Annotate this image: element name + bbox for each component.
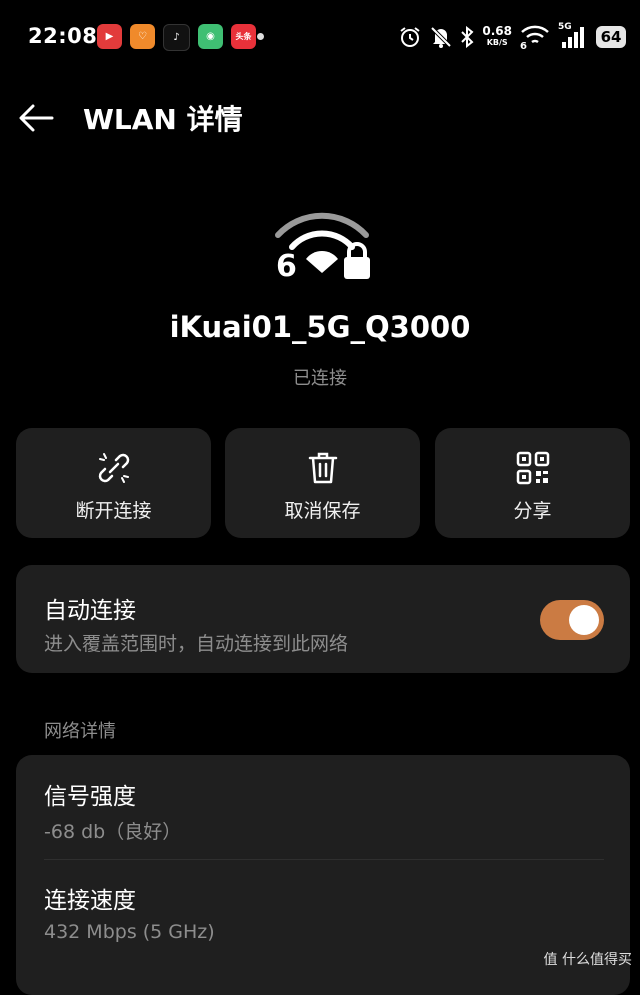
network-ssid: iKuai01_5G_Q3000: [169, 310, 471, 344]
cell-badge: 5G: [558, 22, 572, 32]
wifi-badge: 6: [520, 41, 527, 52]
tiktok-app-icon: ♪: [163, 24, 190, 51]
network-details-card: 信号强度 -68 db（良好） 连接速度 432 Mbps (5 GHz): [16, 755, 630, 995]
green-app-icon: ◉: [198, 24, 223, 49]
divider: [44, 859, 604, 860]
unlink-icon: [98, 453, 129, 483]
auto-connect-description: 进入覆盖范围时，自动连接到此网络: [44, 633, 349, 655]
wifi-hero-icon: 6: [270, 205, 374, 285]
forget-network-button[interactable]: 取消保存: [225, 428, 420, 538]
link-speed-title: 连接速度: [44, 888, 136, 914]
app-header: WLAN 详情: [0, 96, 640, 140]
status-bar: 22:08 ▶ ♡ ♪ ◉ 头条 0.68 KB/S 6 5G 64: [0, 0, 640, 72]
battery-indicator: 64: [596, 26, 626, 48]
disconnect-label: 断开连接: [75, 500, 152, 522]
bell-muted-icon: [430, 26, 452, 48]
status-icons: 0.68 KB/S 6 5G 64: [398, 22, 626, 52]
qr-code-icon: [516, 451, 549, 485]
page-title: WLAN 详情: [83, 103, 243, 136]
arrow-left-icon: [19, 104, 54, 132]
wifi-status-icon: 6: [520, 24, 550, 52]
bluetooth-icon: [461, 26, 474, 48]
watermark: 值 什么值得买: [543, 952, 632, 968]
network-speed: 0.68 KB/S: [482, 24, 512, 48]
orange-app-icon: ♡: [130, 24, 155, 49]
network-speed-unit: KB/S: [486, 38, 508, 47]
toggle-knob: [569, 605, 599, 635]
wifi-generation-label: 6: [276, 249, 297, 284]
disconnect-button[interactable]: 断开连接: [16, 428, 211, 538]
toutiao-app-icon: 头条: [231, 24, 256, 49]
cellular-signal-icon: 5G: [558, 22, 588, 50]
signal-strength-title: 信号强度: [44, 784, 136, 810]
share-button[interactable]: 分享: [435, 428, 630, 538]
connection-status: 已连接: [293, 368, 347, 389]
alarm-icon: [400, 27, 420, 47]
forget-network-label: 取消保存: [284, 500, 361, 522]
auto-connect-row[interactable]: 自动连接 进入覆盖范围时，自动连接到此网络: [16, 565, 630, 673]
link-speed-value: 432 Mbps (5 GHz): [44, 921, 215, 943]
auto-connect-title: 自动连接: [44, 598, 136, 624]
share-label: 分享: [513, 500, 552, 522]
trash-icon: [308, 452, 337, 484]
back-button[interactable]: [16, 100, 56, 136]
video-app-icon: ▶: [97, 24, 122, 49]
more-notifications-dot-icon: [257, 33, 264, 40]
notification-app-icons: ▶ ♡ ♪ ◉ 头条: [97, 24, 256, 51]
auto-connect-toggle[interactable]: [540, 600, 604, 640]
status-time: 22:08: [28, 24, 98, 48]
section-label-network-details: 网络详情: [44, 721, 116, 742]
network-speed-value: 0.68: [482, 24, 512, 38]
signal-strength-value: -68 db（良好）: [44, 821, 182, 843]
